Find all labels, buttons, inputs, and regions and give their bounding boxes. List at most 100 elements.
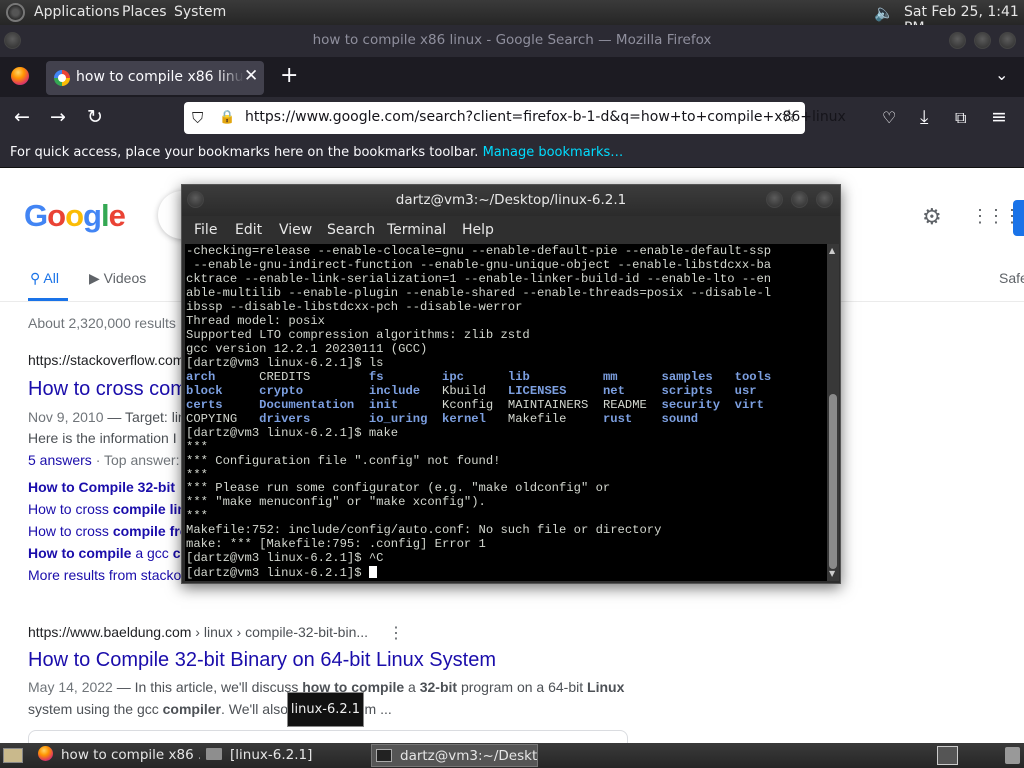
terminal-line: *** (186, 509, 208, 524)
maximize-button[interactable] (791, 191, 808, 208)
firefox-icon[interactable] (11, 67, 29, 85)
trash-icon[interactable] (1005, 747, 1020, 764)
result-title[interactable]: How to Compile 32-bit Binary on 64-bit L… (28, 649, 496, 672)
star-icon[interactable]: ☆ (781, 106, 797, 127)
result-url[interactable]: https://www.baeldung.com › linux › compi… (28, 624, 368, 640)
terminal-cursor (368, 566, 377, 579)
hamburger-menu-icon[interactable]: ≡ (991, 106, 1007, 128)
taskbar-terminal[interactable]: dartz@vm3:~/Deskt... (371, 744, 538, 767)
terminal-line: [dartz@vm3 linux-6.2.1]$ (186, 566, 771, 581)
firefox-titlebar[interactable]: how to compile x86 linux - Google Search… (0, 25, 1024, 57)
menu-applications[interactable]: Applications (34, 4, 120, 20)
ls-directory: LICENSES (507, 383, 567, 398)
terminal-window[interactable]: dartz@vm3:~/Desktop/linux-6.2.1 File Edi… (181, 184, 841, 584)
more-options-icon[interactable]: ⋮ (388, 623, 404, 643)
pocket-icon[interactable]: ♡ (882, 108, 896, 127)
url-text[interactable]: https://www.google.com/search?client=fir… (245, 109, 846, 125)
show-desktop-icon[interactable] (3, 748, 23, 763)
gear-icon[interactable]: ⚙ (922, 204, 942, 230)
sub-result-link[interactable]: How to Compile 32-bit (28, 479, 175, 495)
volume-icon[interactable]: 🔈 (874, 3, 894, 22)
extensions-icon[interactable]: ⧉ (955, 108, 966, 128)
tab-bar: how to compile x86 linux - Google Search… (0, 57, 1024, 97)
ls-directory: rust (602, 411, 633, 426)
tab-videos[interactable]: ▶ Videos (89, 270, 146, 287)
sign-in-button[interactable] (1013, 200, 1024, 236)
answers-link[interactable]: 5 answers · Top answer: (28, 449, 179, 471)
result-card (28, 730, 628, 743)
terminal-line: cktrace --enable-link-serialization=1 --… (186, 271, 772, 286)
maximize-button[interactable] (974, 32, 991, 49)
ls-directory: sound (661, 411, 699, 426)
terminal-screen[interactable]: -checking=release --enable-clocale=gnu -… (185, 244, 827, 581)
folder-icon (206, 748, 222, 760)
result-title[interactable]: How to cross com (28, 378, 187, 401)
menu-help[interactable]: Help (462, 222, 494, 238)
ls-directory: mm (602, 369, 618, 384)
terminal-line: [dartz@vm3 linux-6.2.1]$ ^C (186, 551, 384, 566)
menu-search[interactable]: Search (327, 222, 375, 238)
close-window-button[interactable] (816, 191, 833, 208)
bookmarks-toolbar: For quick access, place your bookmarks h… (0, 139, 1024, 168)
back-arrow-icon[interactable]: ← (14, 106, 30, 128)
terminal-line: make: *** [Makefile:795: .config] Error … (186, 537, 486, 552)
apps-grid-icon[interactable]: ⋮⋮⋮ (971, 206, 1021, 227)
more-results-link[interactable]: More results from stacko (28, 567, 181, 583)
sub-result-link[interactable]: How to cross compile fro (28, 523, 188, 539)
ls-directory: scripts (661, 383, 713, 398)
menu-system[interactable]: System (174, 4, 226, 20)
ls-file: README (602, 397, 647, 412)
menu-edit[interactable]: Edit (235, 222, 262, 238)
tab-safesearch[interactable]: Safe (999, 270, 1024, 286)
scroll-up-icon[interactable]: ▲ (829, 246, 835, 255)
scroll-thumb[interactable] (829, 394, 837, 569)
ls-directory: init (368, 397, 399, 412)
terminal-line: *** (186, 467, 208, 482)
ls-directory: block (186, 383, 223, 398)
tab-all[interactable]: ⚲ All (30, 270, 59, 287)
window-menu-button[interactable] (187, 191, 204, 208)
ls-directory: samples (661, 369, 713, 384)
ls-directory: lib (507, 369, 530, 384)
sub-result-link[interactable]: How to compile a gcc co (28, 545, 189, 561)
tab-google-search[interactable]: how to compile x86 linux - Google Search… (46, 61, 264, 95)
taskbar-folder[interactable]: [linux-6.2.1] (206, 744, 366, 767)
terminal-menubar: File Edit View Search Terminal Help (182, 216, 840, 244)
download-icon[interactable]: ⤓ (920, 106, 928, 128)
close-icon[interactable]: ✕ (244, 66, 258, 86)
terminal-line: Supported LTO compression algorithms: zl… (186, 327, 530, 342)
ls-directory: fs (368, 369, 384, 384)
close-window-button[interactable] (999, 32, 1016, 49)
chevron-down-icon[interactable]: ⌄ (995, 65, 1008, 84)
taskbar-firefox[interactable]: how to compile x86 ... (38, 744, 200, 767)
manage-bookmarks-link[interactable]: Manage bookmarks… (483, 145, 624, 160)
lock-icon[interactable]: 🔒 (219, 110, 235, 125)
plus-icon[interactable]: + (280, 63, 298, 88)
ls-directory: ipc (442, 369, 464, 384)
scroll-down-icon[interactable]: ▼ (829, 569, 835, 578)
google-logo[interactable]: Google (24, 198, 126, 234)
ls-directory: arch (186, 369, 216, 384)
terminal-line: *** Please run some configurator (e.g. "… (186, 481, 611, 496)
os-logo-icon[interactable] (6, 3, 25, 22)
minimize-button[interactable] (949, 32, 966, 49)
terminal-titlebar[interactable]: dartz@vm3:~/Desktop/linux-6.2.1 (182, 185, 840, 216)
shield-icon[interactable]: ⛉ (192, 109, 203, 127)
menu-terminal[interactable]: Terminal (387, 222, 446, 238)
firefox-icon (38, 746, 53, 761)
reload-icon[interactable]: ↻ (87, 106, 103, 128)
ls-row: block crypto include Kbuild LICENSES net… (186, 383, 771, 399)
forward-arrow-icon[interactable]: → (50, 106, 66, 128)
workspace-switcher[interactable] (937, 746, 958, 765)
menu-places[interactable]: Places (122, 4, 167, 20)
result-url[interactable]: https://stackoverflow.com (28, 352, 184, 368)
google-favicon (54, 70, 70, 86)
menu-file[interactable]: File (194, 222, 217, 238)
terminal-scrollbar[interactable]: ▲ ▼ (827, 244, 839, 581)
minimize-button[interactable] (766, 191, 783, 208)
ls-directory: usr (734, 383, 757, 398)
menu-view[interactable]: View (279, 222, 312, 238)
sub-result-link[interactable]: How to cross compile lin (28, 501, 186, 517)
window-menu-button[interactable] (4, 32, 21, 49)
url-bar[interactable]: ⛉ 🔒 https://www.google.com/search?client… (184, 102, 846, 134)
